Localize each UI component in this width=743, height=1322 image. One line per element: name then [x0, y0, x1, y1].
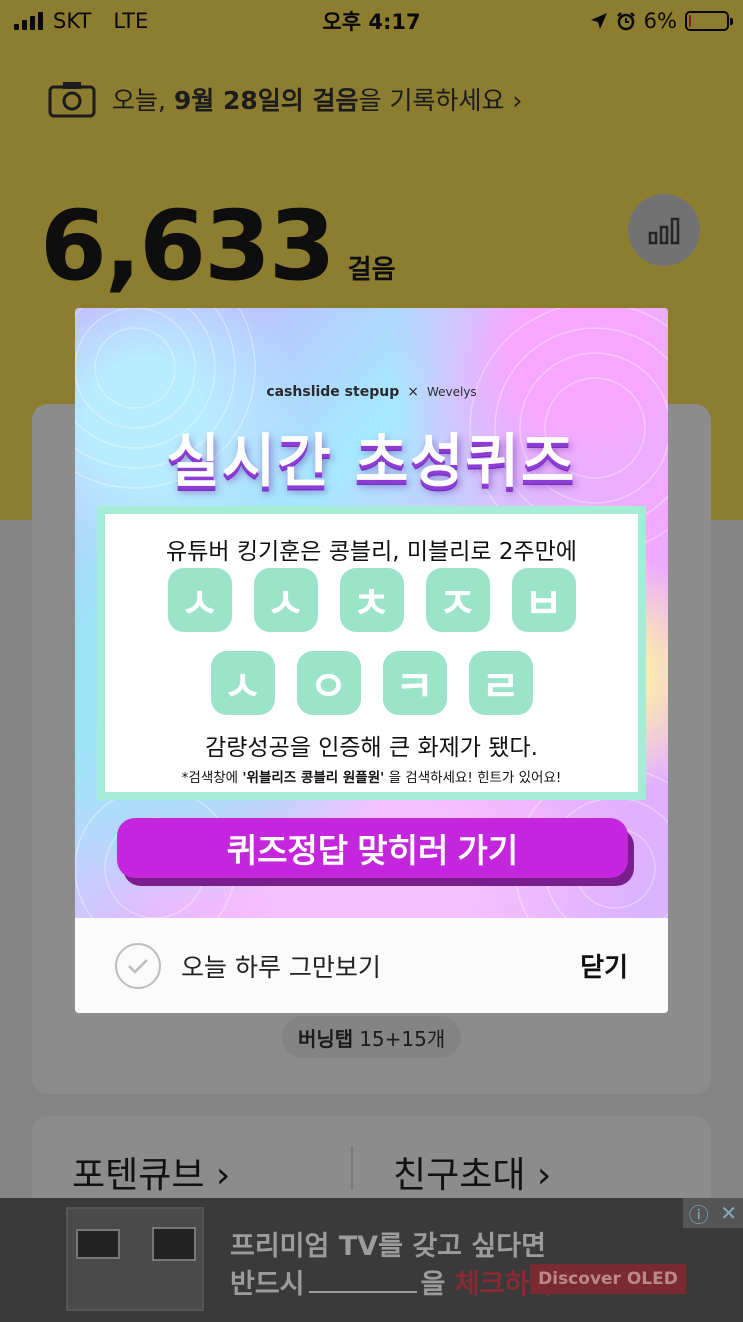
ad-banner[interactable]: 프리미엄 TV를 갖고 싶다면 반드시 을 체크하라! Discover OLED	[0, 1198, 743, 1322]
brand-separator: ×	[407, 384, 419, 400]
quiz-popup: cashslide stepup × Wevelys 실시간 초성퀴즈 유튜버 킹기…	[75, 308, 668, 1013]
ad-subline-mid: 을	[420, 1269, 446, 1300]
jamo-row-1: ㅅ ㅅ ㅊ ㅈ ㅂ	[105, 568, 638, 632]
info-icon[interactable]: ⓘ	[689, 1199, 709, 1228]
ad-headline: 프리미엄 TV를 갖고 싶다면	[230, 1231, 546, 1262]
popup-footer: 오늘 하루 그만보기 닫기	[75, 918, 668, 1013]
quiz-answer-button[interactable]: 퀴즈정답 맞히러 가기	[117, 818, 628, 878]
ad-subline: 반드시 을 체크하라!	[230, 1262, 566, 1301]
jamo-tile: ㅈ	[425, 568, 490, 632]
ad-cta-button[interactable]: Discover OLED	[530, 1264, 686, 1294]
jamo-row-2: ㅅ ㅇ ㅋ ㄹ	[105, 651, 638, 715]
jamo-tile: ㅊ	[339, 568, 404, 632]
brand-row: cashslide stepup × Wevelys	[75, 384, 668, 400]
jamo-tile: ㅅ	[253, 568, 318, 632]
question-bottom: 감량성공을 인증해 큰 화제가 됐다.	[205, 735, 538, 761]
search-hint: *검색창에 '위블리즈 콩블리 원플원' 을 검색하세요! 힌트가 있어요!	[105, 766, 638, 786]
check-icon	[128, 958, 148, 974]
dont-show-label[interactable]: 오늘 하루 그만보기	[181, 948, 580, 984]
hint-prefix: *검색창에	[181, 770, 243, 786]
ad-image	[66, 1207, 204, 1311]
question-top: 유튜버 킹기훈은 콩블리, 미블리로 2주만에	[166, 539, 577, 565]
jamo-tile: ㅇ	[296, 651, 361, 715]
ad-choices[interactable]: ⓘ ✕	[683, 1198, 743, 1228]
jamo-tile: ㅂ	[511, 568, 576, 632]
hint-keyword: '위블리즈 콩블리 원플원'	[242, 770, 385, 786]
jamo-tile: ㅅ	[210, 651, 275, 715]
dont-show-checkbox[interactable]	[115, 942, 161, 989]
quiz-title: 실시간 초성퀴즈	[166, 427, 577, 495]
quiz-box: 유튜버 킹기훈은 콩블리, 미블리로 2주만에 ㅅ ㅅ ㅊ ㅈ ㅂ ㅅ ㅇ ㅋ …	[97, 506, 646, 800]
quiz-banner[interactable]: cashslide stepup × Wevelys 실시간 초성퀴즈 유튜버 킹기…	[75, 308, 668, 918]
ad-blank	[308, 1291, 417, 1293]
brand-wevelys: Wevelys	[426, 385, 477, 399]
jamo-tile: ㄹ	[468, 651, 533, 715]
jamo-tile: ㅅ	[167, 568, 232, 632]
close-icon[interactable]: ✕	[720, 1201, 737, 1225]
ad-subline-prefix: 반드시	[230, 1269, 305, 1300]
brand-cashslide: cashslide stepup	[266, 384, 400, 400]
jamo-tile: ㅋ	[382, 651, 447, 715]
close-button[interactable]: 닫기	[580, 947, 628, 984]
hint-suffix: 을 검색하세요! 힌트가 있어요!	[384, 770, 562, 786]
